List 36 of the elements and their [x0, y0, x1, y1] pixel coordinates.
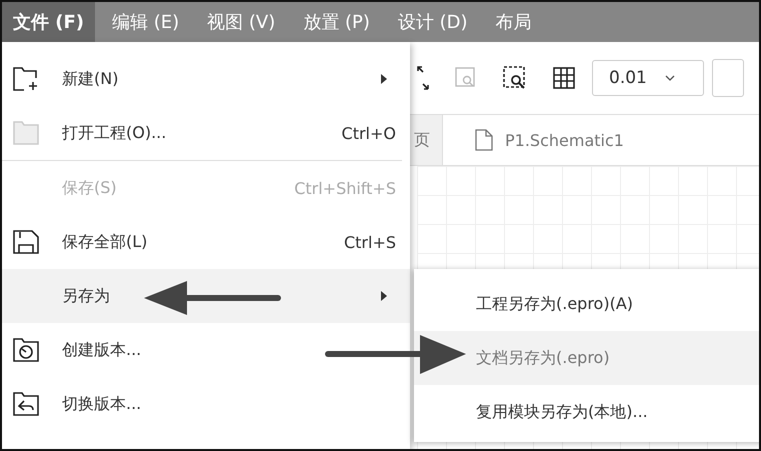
menu-item-label: 保存(S)	[62, 178, 117, 198]
menu-item-label: 创建版本...	[62, 340, 142, 360]
zoom-selection-icon[interactable]	[502, 65, 528, 91]
submenu-item[interactable]: 复用模块另存为(本地)...	[414, 385, 759, 439]
submenu-arrow-icon	[380, 73, 388, 85]
submenu-item[interactable]: 工程另存为(.epro)(A)	[414, 277, 759, 331]
menu-bar-item[interactable]: 设计 (D)	[386, 2, 479, 42]
grid-icon[interactable]	[552, 66, 576, 90]
submenu-item[interactable]: 文档另存为(.epro)	[414, 331, 759, 385]
document-icon	[475, 129, 493, 151]
shortcut-label: Ctrl+Shift+S	[294, 178, 396, 198]
toolbar-field[interactable]	[712, 59, 744, 97]
menu-item[interactable]: 切换版本...	[2, 377, 410, 431]
menu-item-label: 另存为	[62, 286, 110, 306]
menu-item-label: 保存全部(L)	[62, 232, 148, 252]
menu-bar-item[interactable]: 放置 (P)	[292, 2, 381, 42]
menu-item[interactable]: 创建版本...	[2, 323, 410, 377]
chevron-down-icon	[664, 75, 675, 81]
grid-size-dropdown[interactable]: 0.01	[592, 60, 704, 96]
menu-item[interactable]: 保存全部(L) Ctrl+S	[2, 215, 410, 269]
menu-item-label: 打开工程(O)...	[62, 122, 166, 144]
menu-item-label: 新建(N)	[62, 68, 118, 90]
new-folder-icon	[12, 66, 40, 92]
folder-return-icon	[12, 391, 40, 417]
shortcut-label: Ctrl+S	[344, 232, 396, 252]
menu-item[interactable]: 新建(N)	[2, 52, 410, 106]
submenu-arrow-icon	[380, 290, 388, 302]
folder-icon	[12, 120, 40, 146]
fit-view-icon[interactable]	[416, 66, 430, 90]
menu-bar-item[interactable]: 文件 (F)	[2, 2, 96, 42]
folder-clock-icon	[12, 337, 40, 363]
menu-item-label: 切换版本...	[62, 394, 142, 414]
menu-bar-item[interactable]: 布局	[484, 2, 543, 42]
menu-bar-item[interactable]: 编辑 (E)	[101, 2, 190, 42]
menu-item[interactable]: 另存为	[2, 269, 410, 323]
menu-bar-item[interactable]: 视图 (V)	[196, 2, 286, 42]
